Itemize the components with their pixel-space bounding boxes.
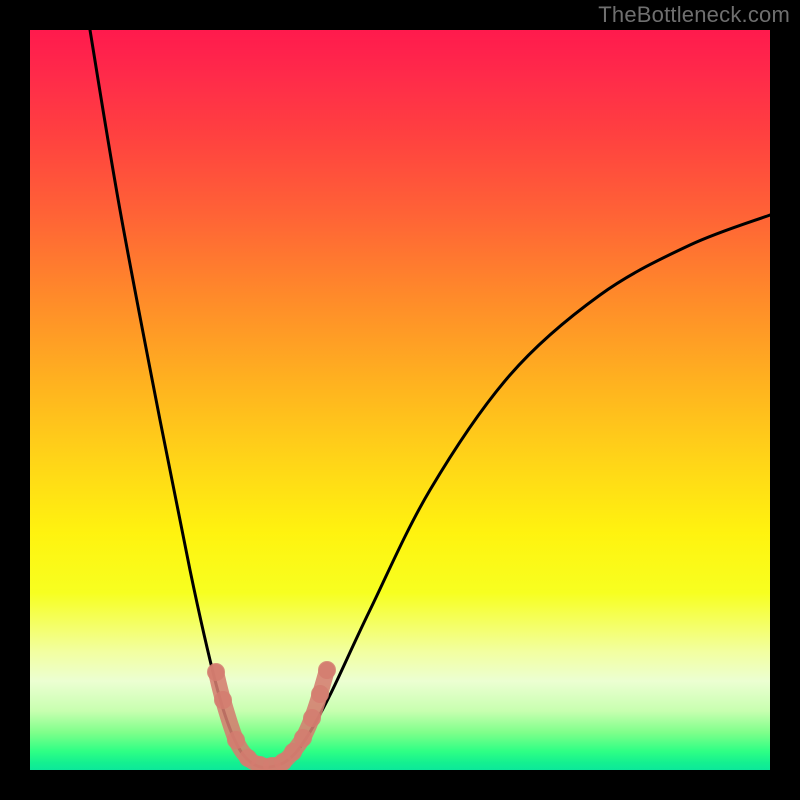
marker-dot — [294, 729, 312, 747]
watermark-text: TheBottleneck.com — [598, 2, 790, 28]
marker-dot — [214, 691, 232, 709]
marker-dot — [311, 685, 329, 703]
curve-svg — [30, 30, 770, 770]
marker-dot — [207, 663, 225, 681]
marker-dot — [318, 661, 336, 679]
plot-area — [30, 30, 770, 770]
bottleneck-curve — [90, 30, 770, 767]
frame: TheBottleneck.com — [0, 0, 800, 800]
marker-dot — [227, 731, 245, 749]
marker-dot — [303, 709, 321, 727]
